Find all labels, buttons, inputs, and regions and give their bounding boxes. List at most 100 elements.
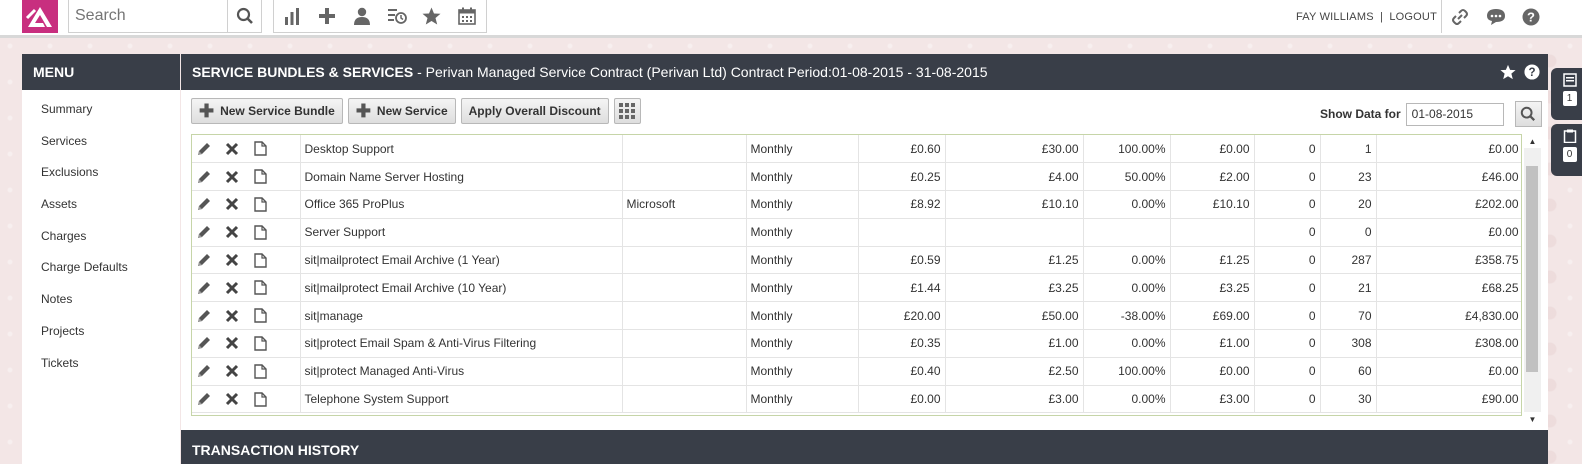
chat-button[interactable] [1478, 1, 1514, 33]
table-scrollbar[interactable]: ▲ ▼ [1524, 134, 1541, 426]
plus-icon: ✚ [199, 101, 215, 121]
scroll-down-icon[interactable]: ▼ [1524, 412, 1541, 426]
vendor-cell [622, 385, 747, 414]
user-button[interactable] [344, 0, 379, 32]
cost-cell: £0.25 [858, 162, 946, 192]
sidebar-item-projects[interactable]: Projects [22, 315, 180, 347]
frequency-cell: Monthly [746, 135, 859, 164]
column-chooser-button[interactable] [613, 98, 641, 124]
scroll-up-icon[interactable]: ▲ [1524, 134, 1541, 148]
delete-button[interactable] [222, 389, 242, 409]
sidebar-item-charges[interactable]: Charges [22, 220, 180, 252]
apply-overall-discount-button[interactable]: Apply Overall Discount [460, 98, 609, 124]
edit-button[interactable] [194, 361, 214, 381]
delete-button[interactable] [222, 222, 242, 242]
details-button[interactable] [250, 278, 270, 298]
details-button[interactable] [250, 222, 270, 242]
row-actions-cell [192, 385, 301, 414]
sidebar-item-tickets[interactable]: Tickets [22, 347, 180, 379]
user-name[interactable]: FAY WILLIAMS [1296, 11, 1374, 23]
delete-button[interactable] [222, 194, 242, 214]
details-button[interactable] [250, 250, 270, 270]
delete-icon [225, 170, 239, 183]
app-logo[interactable] [22, 0, 58, 33]
delete-button[interactable] [222, 250, 242, 270]
add-button[interactable] [309, 0, 344, 32]
logout-link[interactable]: LOGOUT [1389, 11, 1437, 23]
delete-button[interactable] [222, 361, 242, 381]
delete-button[interactable] [222, 333, 242, 353]
discount-cell [1083, 218, 1171, 247]
service-name-cell: Office 365 ProPlus [300, 190, 623, 219]
sidebar-menu: MENU Summary Services Exclusions Assets … [22, 54, 180, 464]
grid-icon [619, 103, 636, 119]
row-actions [194, 389, 299, 409]
row-actions-cell [192, 357, 301, 386]
search-button[interactable] [227, 0, 261, 32]
sidebar-item-assets[interactable]: Assets [22, 188, 180, 220]
sidebar-item-charge-defaults[interactable]: Charge Defaults [22, 251, 180, 283]
delete-button[interactable] [222, 278, 242, 298]
delete-icon [225, 337, 239, 350]
delete-button[interactable] [222, 167, 242, 187]
edit-button[interactable] [194, 389, 214, 409]
reports-button[interactable] [274, 0, 309, 32]
details-button[interactable] [250, 333, 270, 353]
show-data-search-button[interactable] [1514, 101, 1542, 127]
vendor-cell [622, 329, 747, 358]
delete-icon [225, 142, 239, 155]
edit-button[interactable] [194, 194, 214, 214]
edit-button[interactable] [194, 278, 214, 298]
table-row: Office 365 ProPlus Microsoft Monthly £8.92 £… [192, 190, 1521, 219]
delete-button[interactable] [222, 139, 242, 159]
scroll-thumb[interactable] [1526, 166, 1538, 372]
side-tab-clipboard[interactable]: 0 [1551, 124, 1582, 176]
calendar-button[interactable] [449, 0, 484, 32]
frequency-cell: Monthly [746, 329, 859, 358]
show-data-filter: Show Data for [1320, 101, 1542, 127]
sidebar-item-notes[interactable]: Notes [22, 283, 180, 315]
main-panel: SERVICE BUNDLES & SERVICES - Perivan Man… [181, 54, 1548, 464]
new-service-button[interactable]: ✚ New Service [347, 98, 456, 124]
show-data-date-input[interactable] [1405, 102, 1504, 126]
details-button[interactable] [250, 139, 270, 159]
net-price-cell: £3.00 [1170, 385, 1255, 414]
favorites-button[interactable] [414, 0, 449, 32]
quantity-cell: 23 [1320, 162, 1377, 192]
scroll-track[interactable] [1524, 148, 1541, 412]
cost-cell: £0.60 [858, 135, 946, 164]
details-button[interactable] [250, 194, 270, 214]
service-name-cell: sit|manage [300, 301, 623, 331]
details-button[interactable] [250, 306, 270, 326]
count-cell: 0 [1254, 246, 1321, 275]
price-cell: £2.50 [945, 357, 1084, 386]
star-icon[interactable] [1500, 64, 1516, 80]
help-button[interactable]: ? [1513, 1, 1549, 33]
side-tab-list[interactable]: 1 [1551, 68, 1582, 120]
menu-title: MENU [22, 54, 180, 90]
frequency-cell: Monthly [746, 357, 859, 386]
sidebar-item-exclusions[interactable]: Exclusions [22, 156, 180, 188]
edit-button[interactable] [194, 139, 214, 159]
search-input[interactable] [69, 0, 229, 32]
help-icon[interactable]: ? [1524, 64, 1540, 80]
link-button[interactable] [1442, 1, 1478, 33]
edit-button[interactable] [194, 306, 214, 326]
net-price-cell: £0.00 [1170, 357, 1255, 386]
edit-button[interactable] [194, 167, 214, 187]
details-button[interactable] [250, 389, 270, 409]
sidebar-item-summary[interactable]: Summary [22, 93, 180, 125]
details-button[interactable] [250, 167, 270, 187]
service-name-cell: sit|protect Email Spam & Anti-Virus Filt… [300, 329, 623, 358]
edit-icon [198, 254, 210, 267]
edit-button[interactable] [194, 250, 214, 270]
history-button[interactable] [379, 0, 414, 32]
sidebar-item-services[interactable]: Services [22, 125, 180, 157]
delete-icon [225, 254, 239, 267]
total-cell: £0.00 [1376, 218, 1521, 247]
edit-button[interactable] [194, 222, 214, 242]
delete-button[interactable] [222, 306, 242, 326]
edit-button[interactable] [194, 333, 214, 353]
new-service-bundle-button[interactable]: ✚ New Service Bundle [191, 98, 343, 124]
details-button[interactable] [250, 361, 270, 381]
